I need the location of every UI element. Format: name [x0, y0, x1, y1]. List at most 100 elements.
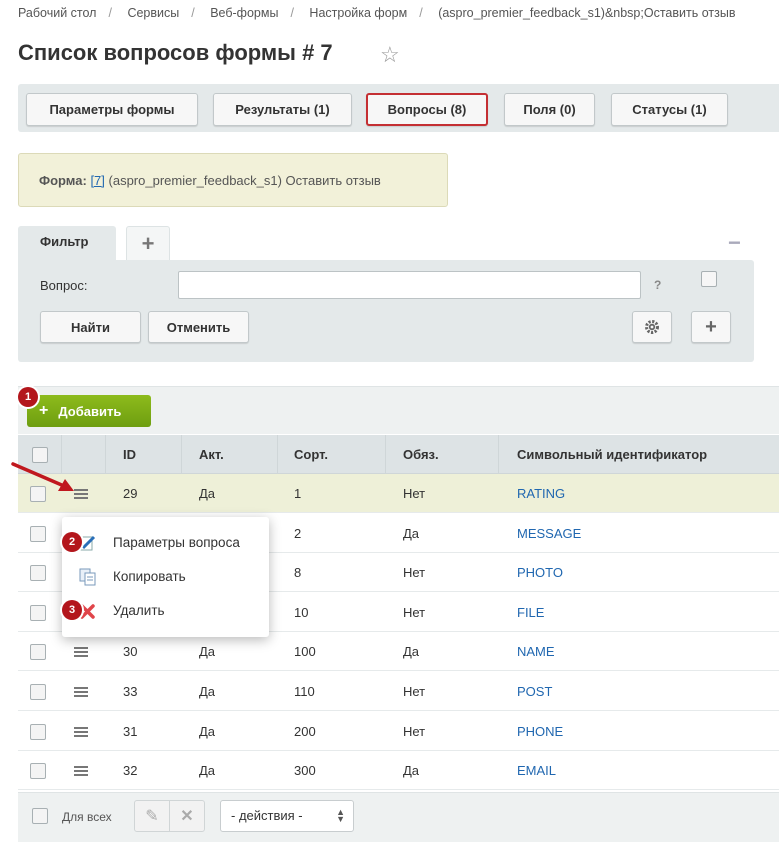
- cell-id: 30: [123, 644, 138, 659]
- cell-code[interactable]: POST: [517, 672, 552, 711]
- row-checkbox-cell: [30, 712, 46, 751]
- row-checkbox-cell: [30, 672, 46, 711]
- row-checkbox[interactable]: [30, 643, 46, 660]
- cell-active: Да: [199, 684, 216, 699]
- row-checkbox-cell: [30, 632, 46, 671]
- breadcrumb-item[interactable]: Веб-формы: [210, 6, 278, 20]
- cell-code[interactable]: FILE: [517, 593, 544, 632]
- row-actions-menu-icon[interactable]: [74, 712, 88, 751]
- pointer-arrow-icon: [11, 462, 74, 491]
- cell-id: 31: [123, 724, 138, 739]
- cell-active: Да: [199, 763, 216, 778]
- cell-required: Нет: [403, 565, 426, 580]
- row-checkbox-cell: [30, 751, 46, 790]
- breadcrumb-item[interactable]: (aspro_premier_feedback_s1)&nbsp;Оставит…: [438, 6, 735, 20]
- question-input[interactable]: [178, 271, 641, 299]
- cell-sort: 8: [294, 565, 302, 580]
- tab-statuses[interactable]: Статусы (1): [611, 93, 728, 126]
- row-checkbox-cell: [30, 553, 46, 592]
- copy-icon: [79, 568, 96, 586]
- row-checkbox[interactable]: [30, 683, 46, 700]
- breadcrumb-item[interactable]: Сервисы: [127, 6, 179, 20]
- menu-item-copy[interactable]: Копировать: [113, 569, 186, 584]
- breadcrumb-item[interactable]: Рабочий стол: [18, 6, 96, 20]
- cell-code[interactable]: PHOTO: [517, 553, 563, 592]
- row-checkbox-cell: [30, 593, 46, 632]
- cancel-button[interactable]: Отменить: [148, 311, 249, 343]
- help-icon[interactable]: ?: [654, 278, 661, 292]
- row-actions-menu-icon[interactable]: [74, 751, 88, 790]
- cell-id: 33: [123, 684, 138, 699]
- plus-icon: +: [39, 402, 49, 419]
- form-info-label: Форма:: [39, 173, 87, 188]
- menu-item-delete[interactable]: Удалить: [113, 603, 165, 618]
- cell-active: Да: [199, 724, 216, 739]
- collapse-filter-icon[interactable]: −: [728, 230, 741, 256]
- cell-id: 32: [123, 763, 138, 778]
- row-checkbox[interactable]: [30, 762, 46, 779]
- row-actions-menu-icon[interactable]: [74, 672, 88, 711]
- cell-code[interactable]: NAME: [517, 632, 555, 671]
- form-info-box: Форма: [7] (aspro_premier_feedback_s1) О…: [18, 153, 448, 207]
- add-button-label: Добавить: [58, 403, 122, 419]
- cell-active: Да: [199, 644, 216, 659]
- step-badge-2: 2: [62, 532, 82, 552]
- gear-icon: [645, 320, 659, 334]
- tab-fields[interactable]: Поля (0): [504, 93, 595, 126]
- cell-required: Да: [403, 526, 420, 541]
- delete-selected-button[interactable]: ✕: [169, 800, 205, 832]
- breadcrumb-item[interactable]: Настройка форм: [309, 6, 407, 20]
- actions-select[interactable]: - действия - ▲ ▼: [220, 800, 354, 832]
- cell-sort: 100: [294, 644, 316, 659]
- cell-active: Да: [199, 486, 216, 501]
- add-filter-tab-button[interactable]: +: [126, 226, 170, 260]
- column-header-active[interactable]: Акт.: [182, 435, 278, 474]
- cell-required: Нет: [403, 605, 426, 620]
- add-filter-field-button[interactable]: +: [691, 311, 731, 343]
- form-info-text: (aspro_premier_feedback_s1) Оставить отз…: [104, 173, 381, 188]
- row-checkbox-cell: [30, 514, 46, 553]
- step-badge-3: 3: [62, 600, 82, 620]
- page-title: Список вопросов формы # 7: [18, 40, 333, 65]
- cell-code[interactable]: EMAIL: [517, 751, 556, 790]
- question-label: Вопрос:: [40, 278, 88, 293]
- filter-tab[interactable]: Фильтр: [18, 226, 116, 262]
- list-footer: [18, 792, 779, 842]
- for-all-checkbox[interactable]: [32, 808, 48, 824]
- edit-selected-button[interactable]: ✎: [134, 800, 170, 832]
- tab-results[interactable]: Результаты (1): [213, 93, 352, 126]
- cell-sort: 1: [294, 486, 302, 501]
- actions-select-value: - действия -: [231, 808, 303, 823]
- filter-checkbox[interactable]: [701, 271, 717, 287]
- star-icon[interactable]: ☆: [380, 42, 400, 68]
- cell-sort: 2: [294, 526, 302, 541]
- step-badge-1: 1: [18, 387, 38, 407]
- row-actions-menu-icon[interactable]: [74, 632, 88, 671]
- cell-required: Нет: [403, 684, 426, 699]
- row-checkbox[interactable]: [30, 604, 46, 621]
- cell-sort: 110: [294, 684, 315, 699]
- row-checkbox[interactable]: [30, 525, 46, 542]
- cell-sort: 300: [294, 763, 316, 778]
- close-icon: ✕: [180, 808, 194, 825]
- menu-item-question-params[interactable]: Параметры вопроса: [113, 535, 240, 550]
- find-button[interactable]: Найти: [40, 311, 141, 343]
- cell-required: Нет: [403, 724, 426, 739]
- column-header-required[interactable]: Обяз.: [386, 435, 499, 474]
- breadcrumb: Рабочий стол / Сервисы / Веб-формы / Настро…: [18, 6, 736, 20]
- tab-questions[interactable]: Вопросы (8): [366, 93, 488, 126]
- cell-code[interactable]: MESSAGE: [517, 514, 581, 553]
- select-arrows-icon: ▲ ▼: [336, 807, 345, 824]
- cell-required: Да: [403, 763, 420, 778]
- settings-button[interactable]: [632, 311, 672, 343]
- column-header-sort[interactable]: Сорт.: [278, 435, 386, 474]
- row-checkbox[interactable]: [30, 723, 46, 740]
- cell-code[interactable]: PHONE: [517, 712, 563, 751]
- row-checkbox[interactable]: [30, 564, 46, 581]
- cell-code[interactable]: RATING: [517, 474, 565, 513]
- tab-form-params[interactable]: Параметры формы: [26, 93, 198, 126]
- form-id-link[interactable]: [7]: [90, 173, 104, 188]
- column-header-code[interactable]: Символьный идентификатор: [499, 435, 779, 474]
- add-button[interactable]: + Добавить: [27, 395, 151, 427]
- column-header-id[interactable]: ID: [106, 435, 182, 474]
